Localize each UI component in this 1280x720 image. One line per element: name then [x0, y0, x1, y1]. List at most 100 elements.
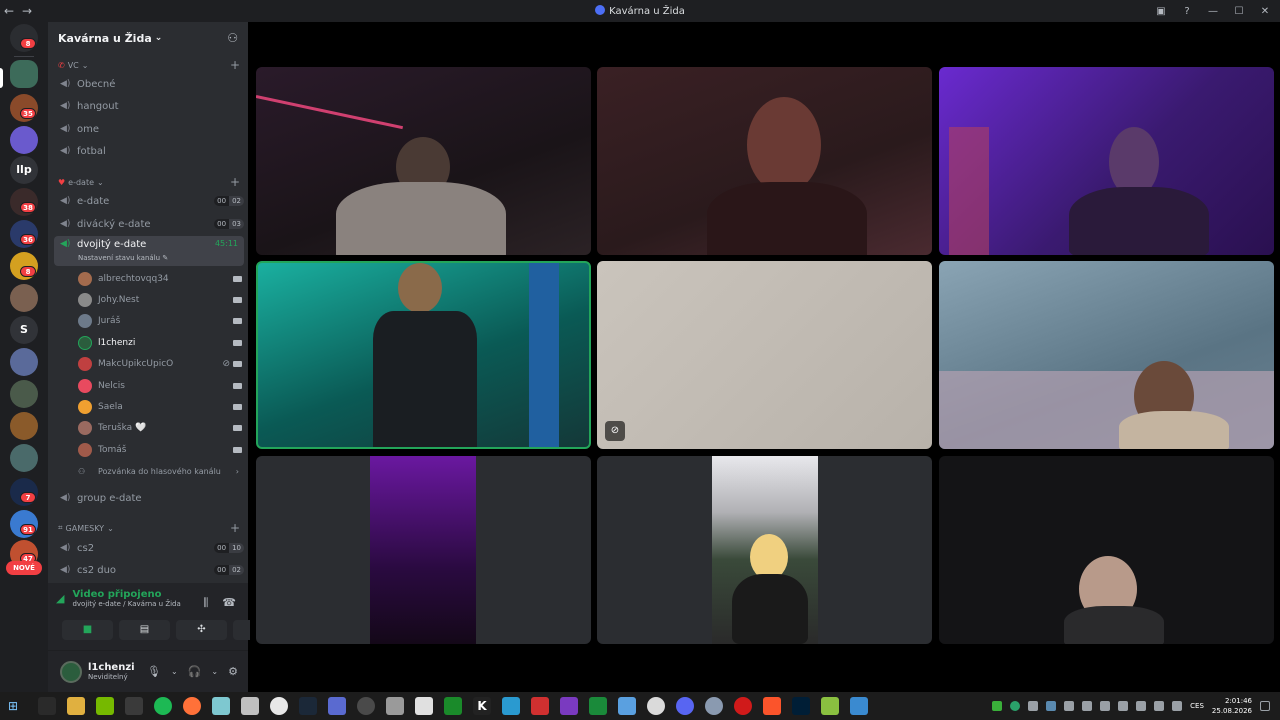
member-johy-nest[interactable]: Johy.Nest — [78, 290, 242, 310]
server-icon[interactable] — [10, 444, 38, 472]
taskbar-app-icon[interactable] — [705, 697, 723, 715]
channel-cs2-duo[interactable]: ◀) cs2 duo 00 02 — [54, 560, 244, 580]
chevron-down-icon[interactable]: ⌄ — [211, 667, 218, 676]
k-app-icon[interactable]: K — [473, 697, 491, 715]
member-tomas[interactable]: Tomáš — [78, 440, 242, 460]
server-header[interactable]: Kavárna u Žida ⌄ ⚇ — [48, 22, 248, 54]
server-icon[interactable] — [10, 380, 38, 408]
taskbar-app-icon[interactable] — [212, 697, 230, 715]
firefox-icon[interactable] — [183, 697, 201, 715]
channel-hangout[interactable]: ◀) hangout — [54, 96, 244, 116]
close-icon[interactable]: ✕ — [1256, 6, 1274, 17]
channel-status[interactable]: Nastavení stavu kanálu ✎ — [78, 254, 168, 262]
voice-status[interactable]: ◢ Video připojeno dvojitý e-date / Kavár… — [56, 589, 181, 608]
member-nelcis[interactable]: Nelcis — [78, 376, 242, 396]
discord-taskbar-icon[interactable] — [676, 697, 694, 715]
windows-start-icon[interactable]: ⊞ — [8, 699, 24, 713]
brave-icon[interactable] — [763, 697, 781, 715]
server-kavarna-icon[interactable] — [10, 60, 38, 88]
server-icon[interactable] — [10, 126, 38, 154]
camera-button[interactable]: ■ — [62, 620, 113, 640]
noise-suppression-icon[interactable]: ⫼ — [203, 596, 208, 610]
volume-icon[interactable] — [1136, 701, 1147, 711]
channel-cs2[interactable]: ◀) cs2 00 10 — [54, 538, 244, 558]
maximize-icon[interactable]: ☐ — [1230, 6, 1248, 17]
taskbar-app-icon[interactable] — [38, 697, 56, 715]
member-l1chenzi[interactable]: l1chenzi — [78, 333, 242, 353]
taskbar-app-icon[interactable] — [589, 697, 607, 715]
tray-icon[interactable] — [1082, 701, 1093, 711]
microphone-tray-icon[interactable] — [1118, 701, 1129, 711]
channel-group-e-date[interactable]: ◀) group e-date — [54, 488, 244, 508]
voice-invite-link[interactable]: ⚇ Pozvánka do hlasového kanálu › — [78, 461, 242, 481]
taskbar-app-icon[interactable] — [502, 697, 520, 715]
video-tile[interactable] — [597, 67, 932, 255]
spotify-icon[interactable] — [154, 697, 172, 715]
member-makcupikcupico[interactable]: MakcUpikcUpicO ⊘ — [78, 354, 242, 374]
tray-icon[interactable] — [1010, 701, 1021, 711]
channel-obecne[interactable]: ◀) Obecné — [54, 74, 244, 94]
notification-icon[interactable] — [1260, 701, 1270, 711]
microphone-icon[interactable]: 🎙 — [147, 665, 161, 678]
category-vc[interactable]: ✆ VC ⌄ + — [58, 58, 240, 72]
channel-ome[interactable]: ◀) ome — [54, 119, 244, 139]
taskbar-app-icon[interactable] — [560, 697, 578, 715]
add-channel-icon[interactable]: + — [230, 175, 240, 189]
file-explorer-icon[interactable] — [67, 697, 85, 715]
forward-arrow-icon[interactable]: → — [18, 4, 36, 18]
taskbar-app-icon[interactable] — [647, 697, 665, 715]
server-icon[interactable] — [10, 348, 38, 376]
tray-icon[interactable] — [1100, 701, 1111, 711]
member-juras[interactable]: Juráš — [78, 311, 242, 331]
taskbar-app-icon[interactable] — [328, 697, 346, 715]
avatar[interactable] — [60, 660, 82, 683]
taskbar-app-icon[interactable] — [357, 697, 375, 715]
member-albrechtovqq34[interactable]: albrechtovqq34 — [78, 269, 242, 289]
opera-icon[interactable] — [734, 697, 752, 715]
taskbar-app-icon[interactable] — [531, 697, 549, 715]
clock[interactable]: 2:01:46 25.08.2026 — [1212, 696, 1252, 716]
category-gamesky[interactable]: ⌗ GAMESKY ⌄ + — [58, 521, 240, 535]
user-info[interactable]: l1chenzi Neviditelný — [88, 662, 135, 681]
network-icon[interactable] — [1154, 701, 1165, 711]
clock-app-icon[interactable] — [270, 697, 288, 715]
activities-button[interactable]: ✣ — [176, 620, 227, 640]
server-llp-icon[interactable]: llp — [10, 156, 38, 184]
headphones-icon[interactable]: 🎧 — [188, 665, 202, 678]
taskbar-app-icon[interactable] — [618, 697, 636, 715]
channel-dvojity-e-date[interactable]: ◀) dvojitý e-date 45:11 Nastavení stavu k… — [54, 236, 244, 266]
settings-gear-icon[interactable]: ⚙ — [228, 665, 238, 678]
taskbar-app-icon[interactable] — [444, 697, 462, 715]
server-icon[interactable] — [10, 284, 38, 312]
channel-e-date[interactable]: ◀) e-date 00 02 — [54, 191, 244, 211]
channel-divacky-e-date[interactable]: ◀) divácký e-date 00 03 — [54, 214, 244, 234]
screen-share-button[interactable]: ▤ — [119, 620, 170, 640]
taskbar-app-icon[interactable] — [415, 697, 433, 715]
terminal-icon[interactable] — [125, 697, 143, 715]
server-s-icon[interactable]: S — [10, 316, 38, 344]
channel-fotbal[interactable]: ◀) fotbal — [54, 141, 244, 161]
add-channel-icon[interactable]: + — [230, 58, 240, 72]
calculator-icon[interactable] — [386, 697, 404, 715]
category-e-date[interactable]: ♥ e-date ⌄ + — [58, 175, 240, 189]
new-servers-badge[interactable]: NOVÉ — [6, 561, 42, 575]
video-tile[interactable]: ⊘ — [597, 261, 932, 449]
video-tile[interactable] — [256, 456, 591, 644]
language-indicator[interactable]: CES — [1190, 702, 1204, 710]
invite-people-icon[interactable]: ⚇ — [227, 31, 238, 45]
minimize-icon[interactable]: — — [1204, 6, 1222, 17]
video-tile[interactable] — [939, 456, 1274, 644]
taskbar-app-icon[interactable] — [821, 697, 839, 715]
taskbar-app-icon[interactable] — [850, 697, 868, 715]
tray-icon[interactable] — [1064, 701, 1075, 711]
chevron-down-icon[interactable]: ⌄ — [171, 667, 178, 676]
tray-icon[interactable] — [1046, 701, 1057, 711]
taskbar-app-icon[interactable] — [241, 697, 259, 715]
video-tile-speaking[interactable] — [256, 261, 591, 449]
add-channel-icon[interactable]: + — [230, 521, 240, 535]
tray-icon[interactable] — [1028, 701, 1039, 711]
disconnect-icon[interactable]: ☎ — [222, 596, 236, 610]
nvidia-icon[interactable] — [96, 697, 114, 715]
inbox-icon[interactable]: ▣ — [1152, 6, 1170, 17]
photoshop-icon[interactable] — [792, 697, 810, 715]
